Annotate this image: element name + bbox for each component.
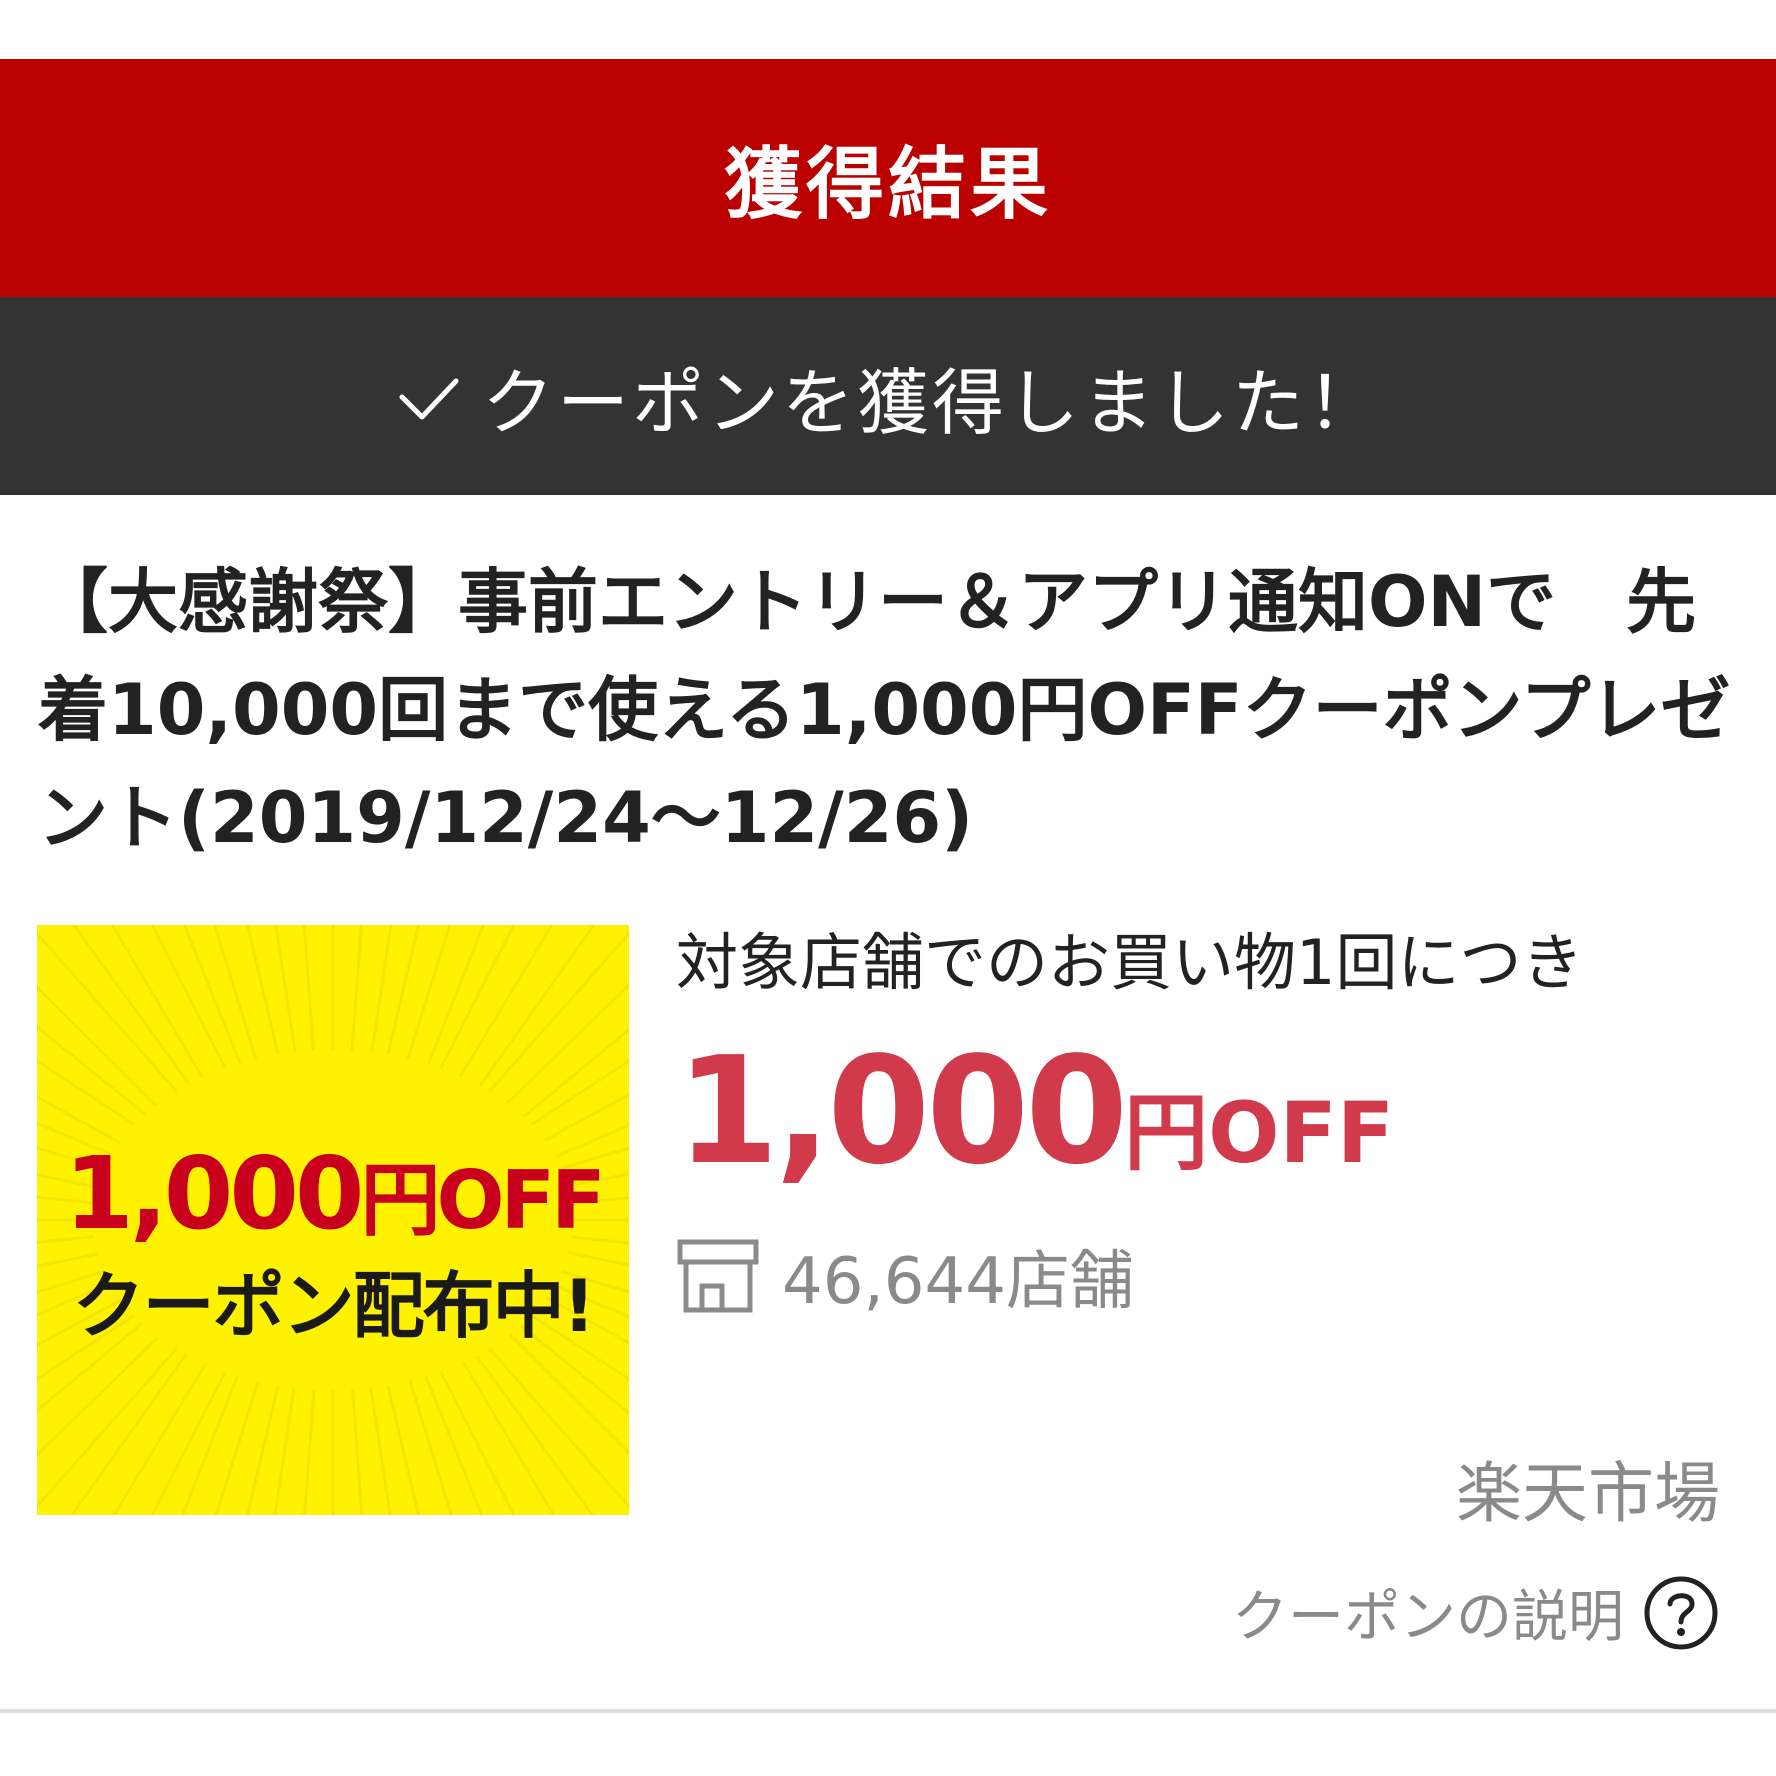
burst-ray xyxy=(110,925,209,1086)
coupon-explanation-link[interactable]: クーポンの説明 xyxy=(1232,1572,1720,1653)
burst-ray xyxy=(213,925,260,1066)
coupon-result-page: 獲得結果 クーポンを獲得しました！ 【大感謝祭】事前エントリー＆アプリ通知ONで… xyxy=(0,0,1776,1776)
banner-amount-line: 1,000円OFF xyxy=(37,1135,629,1252)
banner-amount: 1,000 xyxy=(64,1135,364,1252)
check-icon xyxy=(399,378,459,420)
success-message: クーポンを獲得しました！ xyxy=(481,360,1382,445)
shop-count: 46,644店舗 xyxy=(782,1245,1134,1319)
discount-value: 1,000円OFF xyxy=(676,1025,1394,1197)
result-header: 獲得結果 xyxy=(0,59,1776,297)
burst-ray xyxy=(406,1374,453,1515)
eligible-shops: 46,644店舗 xyxy=(676,1230,1134,1322)
burst-ray xyxy=(214,1360,267,1515)
coupon-title: 【大感謝祭】事前エントリー＆アプリ通知ONで 先着10,000回まで使える1,0… xyxy=(38,561,1731,859)
burst-ray xyxy=(181,1368,242,1515)
coupon-banner-image[interactable]: 1,000円OFF クーポン配布中! xyxy=(37,925,629,1515)
burst-ray xyxy=(274,925,300,1073)
banner-subtitle: クーポン配布中! xyxy=(72,1264,596,1348)
discount-unit: 円OFF xyxy=(1124,1084,1395,1182)
success-status-bar: クーポンを獲得しました！ xyxy=(0,297,1776,495)
explanation-label: クーポンの説明 xyxy=(1232,1585,1624,1650)
burst-ray xyxy=(348,925,363,1071)
burst-ray xyxy=(485,982,629,1125)
burst-ray xyxy=(303,1369,318,1515)
market-name: 楽天市場 xyxy=(1456,1455,1720,1532)
store-icon xyxy=(677,1239,759,1313)
burst-ray xyxy=(424,925,485,1072)
bottom-divider xyxy=(0,1709,1776,1713)
help-icon[interactable] xyxy=(1642,1574,1720,1652)
burst-ray xyxy=(182,925,250,1085)
burst-ray xyxy=(399,925,452,1080)
burst-ray xyxy=(366,1367,392,1515)
burst-ray xyxy=(457,1354,556,1515)
burst-ray xyxy=(416,1355,484,1515)
banner-unit: 円OFF xyxy=(360,1154,606,1247)
discount-amount: 1,000 xyxy=(676,1025,1128,1197)
coupon-condition: 対象店舗でのお買い物1回につき xyxy=(676,926,1584,999)
page-title: 獲得結果 xyxy=(723,140,1052,230)
